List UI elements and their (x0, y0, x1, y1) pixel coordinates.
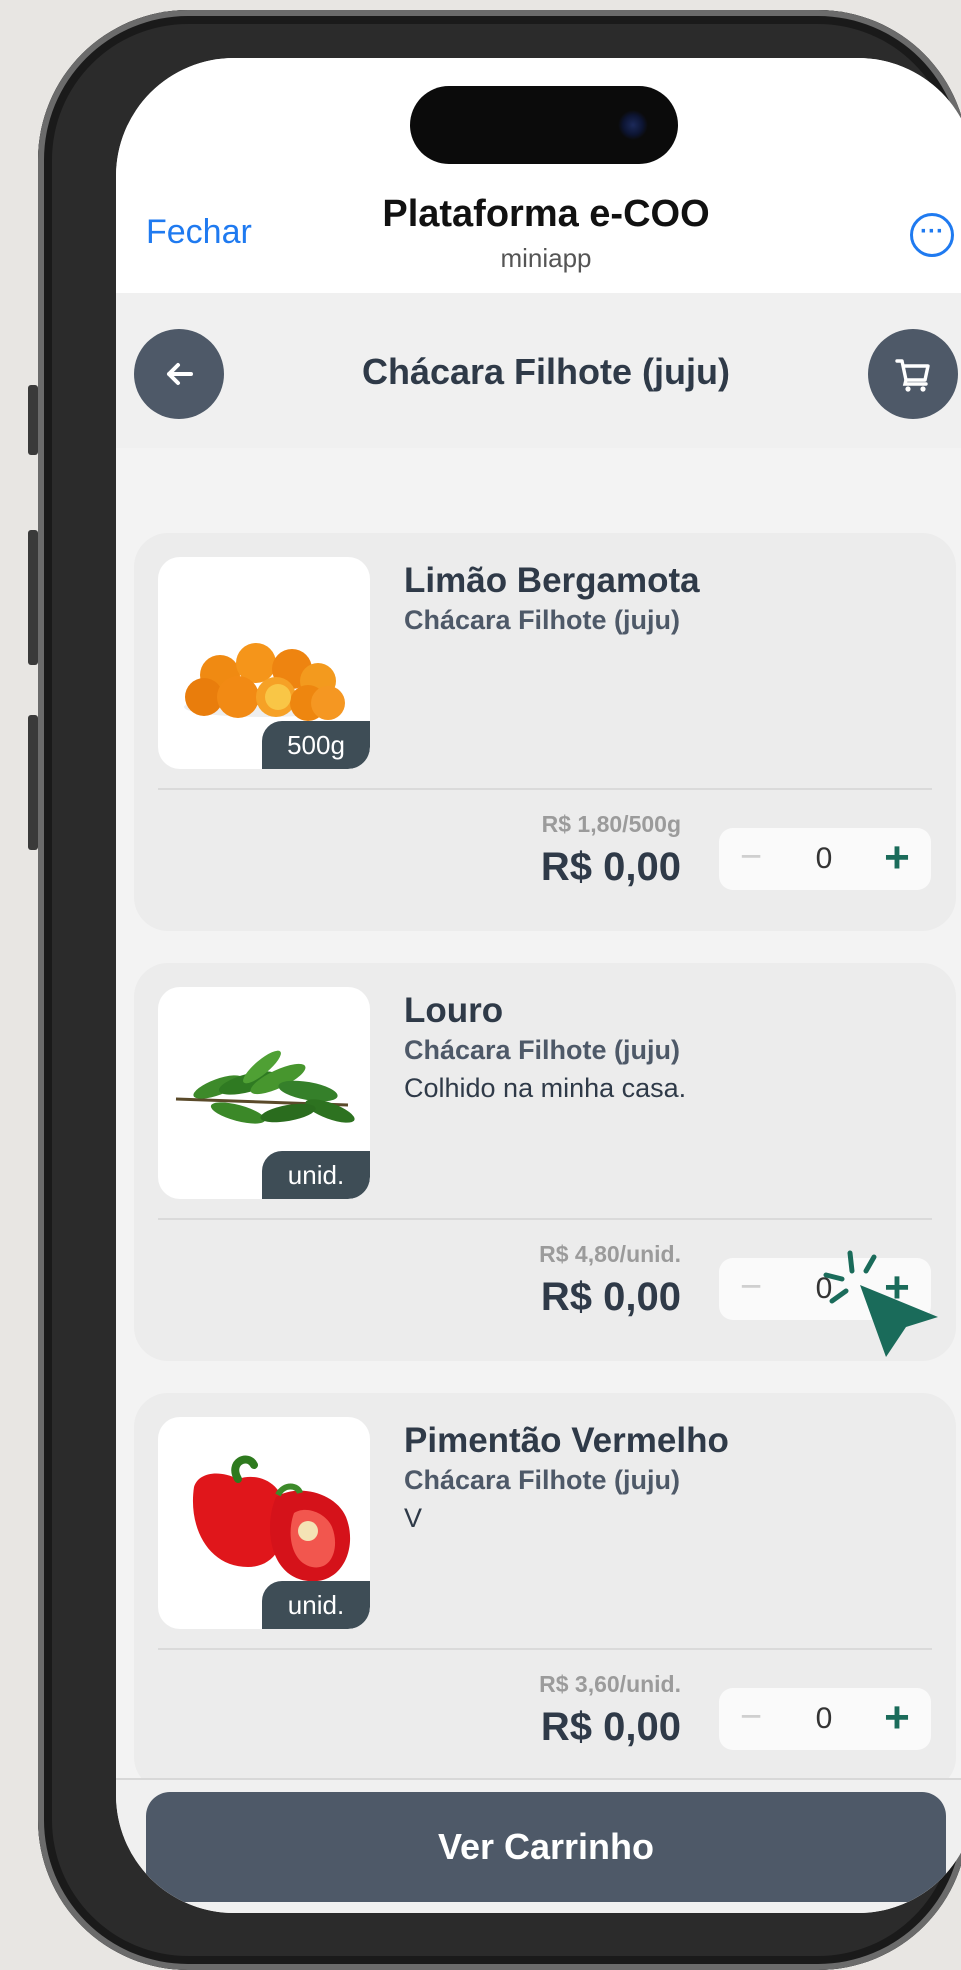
store-title: Chácara Filhote (juju) (361, 351, 731, 392)
product-image: unid. (158, 987, 370, 1199)
cart-icon (895, 359, 930, 392)
product-total: R$ 0,00 (540, 845, 681, 889)
increase-button[interactable]: + (875, 828, 919, 890)
unit-price: R$ 4,80/unid. (539, 1241, 681, 1267)
product-farm: Chácara Filhote (juju) (404, 1465, 681, 1495)
phone-frame: Fechar Plataforma e-COO miniapp ··· Chác… (38, 10, 961, 1970)
divider (158, 1218, 932, 1220)
product-list[interactable]: 500g Limão Bergamota Chácara Filhote (ju… (116, 448, 961, 1778)
unit-tag: unid. (262, 1151, 370, 1199)
unit-tag: unid. (262, 1581, 370, 1629)
product-card[interactable]: unid. Pimentão Vermelho Chácara Filhote … (134, 1393, 956, 1778)
product-total: R$ 0,00 (540, 1705, 681, 1749)
silent-switch (28, 385, 38, 455)
unit-tag: 500g (262, 721, 370, 769)
miniapp-header: Fechar Plataforma e-COO miniapp ··· (116, 58, 961, 293)
divider (158, 788, 932, 790)
divider (158, 1648, 932, 1650)
product-farm: Chácara Filhote (juju) (404, 1035, 681, 1065)
product-card[interactable]: 500g Limão Bergamota Chácara Filhote (ju… (134, 533, 956, 931)
product-name: Louro (404, 991, 504, 1030)
volume-up-button (28, 530, 38, 665)
increase-button[interactable]: + (875, 1688, 919, 1750)
unit-price: R$ 1,80/500g (541, 811, 681, 837)
product-image: 500g (158, 557, 370, 769)
unit-price: R$ 3,60/unid. (539, 1671, 681, 1697)
decrease-button[interactable]: − (729, 1688, 773, 1750)
product-name: Limão Bergamota (404, 561, 700, 600)
product-total: R$ 0,00 (540, 1275, 681, 1319)
product-farm: Chácara Filhote (juju) (404, 605, 681, 635)
quantity-stepper: − 0 + (719, 1688, 931, 1750)
product-description: Colhido na minha casa. (404, 1073, 687, 1103)
view-cart-button[interactable]: Ver Carrinho (146, 1792, 946, 1902)
front-camera (618, 110, 648, 140)
miniapp-title: Plataforma e-COO (382, 193, 710, 235)
store-header: Chácara Filhote (juju) (116, 293, 961, 448)
dynamic-island (410, 86, 678, 164)
product-description: V (404, 1503, 423, 1533)
miniapp-subtitle: miniapp (500, 243, 592, 273)
decrease-button[interactable]: − (729, 1258, 773, 1320)
product-name: Pimentão Vermelho (404, 1421, 729, 1460)
quantity-stepper: − 0 + (719, 828, 931, 890)
bottom-bar: Ver Carrinho (116, 1778, 961, 1913)
click-cursor-icon (823, 1250, 938, 1357)
phone-screen: Fechar Plataforma e-COO miniapp ··· Chác… (116, 58, 961, 1913)
decrease-button[interactable]: − (729, 828, 773, 890)
product-image: unid. (158, 1417, 370, 1629)
quantity-value: 0 (815, 842, 833, 875)
more-options-icon[interactable]: ··· (910, 213, 954, 257)
quantity-value: 0 (815, 1702, 833, 1735)
volume-down-button (28, 715, 38, 850)
cart-header-button[interactable] (868, 329, 958, 419)
